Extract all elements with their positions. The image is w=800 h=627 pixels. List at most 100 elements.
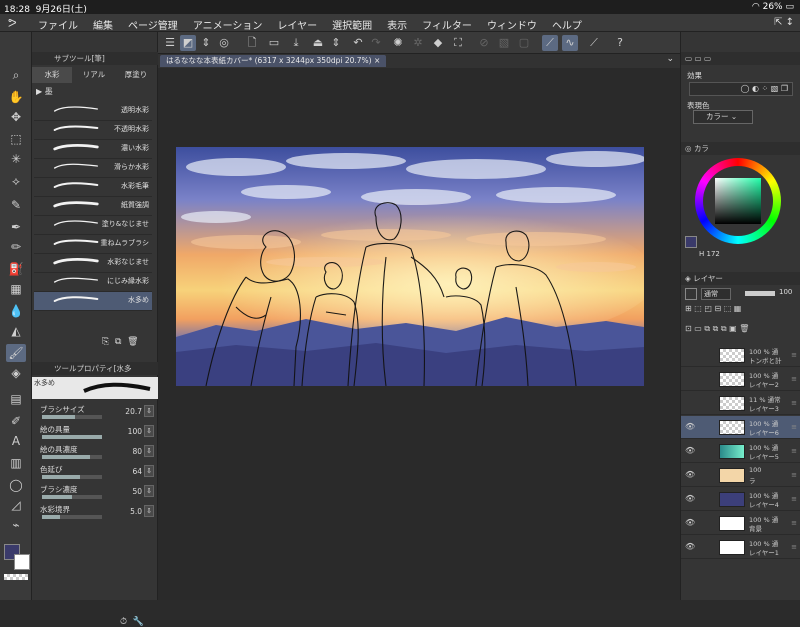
visibility-eye-icon[interactable]: 👁 <box>685 518 695 528</box>
visibility-eye-icon[interactable]: 👁 <box>685 542 695 552</box>
brush-item[interactable]: 重ねムラブラシ <box>34 235 152 254</box>
layer-actions-icon[interactable]: ⊡ ▭ ⧉ ⧉ ⧉ ▣ 🗑 <box>685 324 749 333</box>
brush-item[interactable]: 紙質強調 <box>34 197 152 216</box>
property-dropdown-icon[interactable]: ⇩ <box>144 405 154 417</box>
menu-item-1[interactable]: 編集 <box>93 17 113 32</box>
visibility-eye-icon[interactable]: 👁 <box>685 470 695 480</box>
menu-item-8[interactable]: ウィンドウ <box>487 17 537 32</box>
layer-menu-icon[interactable]: ≡ <box>791 543 797 551</box>
chevron-icon[interactable]: ⇕ <box>328 35 344 51</box>
layer-menu-icon[interactable]: ≡ <box>791 423 797 431</box>
property-slider[interactable] <box>42 475 102 479</box>
snap-special-icon[interactable]: ∿ <box>562 35 578 51</box>
menu-item-3[interactable]: アニメーション <box>193 17 263 32</box>
property-slider[interactable] <box>42 415 102 419</box>
subtool-tab-1[interactable]: リアル <box>74 67 114 83</box>
menu-item-2[interactable]: ページ管理 <box>128 17 178 32</box>
crop-icon[interactable]: ▢ <box>516 35 532 51</box>
transform-icon[interactable]: ⛶ <box>450 35 466 51</box>
clear-icon[interactable]: ✲ <box>410 35 426 51</box>
effect-buttons[interactable]: ◯ ◐ ⁘ ▧ ❐ <box>689 82 793 96</box>
layer-row[interactable]: 11 % 通常 レイヤー3 ≡ <box>681 392 800 415</box>
chevron-down-icon[interactable]: ⌄ <box>666 54 674 64</box>
property-slider[interactable] <box>42 435 102 439</box>
brush-item[interactable]: 水彩なじませ <box>34 254 152 273</box>
property-value[interactable]: 100 <box>122 427 142 436</box>
layer-menu-icon[interactable]: ≡ <box>791 471 797 479</box>
gradient-icon[interactable]: ▤ <box>6 390 26 408</box>
layer-menu-icon[interactable]: ≡ <box>791 447 797 455</box>
property-slider[interactable] <box>42 455 102 459</box>
document-tab[interactable]: はるななな本表紙カバー* (6317 x 3244px 350dpi 20.7%… <box>160 55 387 67</box>
property-value[interactable]: 80 <box>122 447 142 456</box>
menu-item-5[interactable]: 選択範囲 <box>332 17 372 32</box>
layer-menu-icon[interactable]: ≡ <box>791 519 797 527</box>
layer-menu-icon[interactable]: ≡ <box>791 351 797 359</box>
app-logo-icon[interactable]: ᕗ <box>8 16 22 30</box>
pencil-icon[interactable]: ✏ <box>6 238 26 256</box>
correction-icon[interactable]: ⌁ <box>6 516 26 534</box>
ruler-icon[interactable]: ◿ <box>6 496 26 514</box>
brush-item[interactable]: 滑らか水彩 <box>34 159 152 178</box>
visibility-eye-icon[interactable]: 👁 <box>685 422 695 432</box>
figure-icon[interactable]: ✐ <box>6 412 26 430</box>
frame-icon[interactable]: ▥ <box>6 454 26 472</box>
cloud-icon[interactable]: ◎ <box>216 35 232 51</box>
sub-color-swatch[interactable] <box>14 554 30 570</box>
new-file-icon[interactable]: 🗋 <box>244 35 260 51</box>
brush-item[interactable]: 水彩毛筆 <box>34 178 152 197</box>
menu-item-9[interactable]: ヘルプ <box>552 17 582 32</box>
property-value[interactable]: 20.7 <box>122 407 142 416</box>
layer-menu-icon[interactable]: ≡ <box>791 375 797 383</box>
layer-row[interactable]: 👁 100 % 通背景 ≡ <box>681 512 800 535</box>
visibility-eye-icon[interactable]: 👁 <box>685 494 695 504</box>
pen-icon[interactable]: ✒ <box>6 218 26 236</box>
reset-icon[interactable]: ⏱ <box>120 617 127 627</box>
property-dropdown-icon[interactable]: ⇩ <box>144 505 154 517</box>
visibility-eye-icon[interactable]: 👁 <box>685 446 695 456</box>
move-icon[interactable]: ✥ <box>6 108 26 126</box>
layer-row[interactable]: 👁 100 % 通レイヤー1 ≡ <box>681 536 800 559</box>
snap-grid-icon[interactable]: ⟋ <box>586 35 602 51</box>
lock-icon[interactable]: ⊞ ⬚ ◰ ⊟ ⬚ ▦ <box>685 304 741 313</box>
property-value[interactable]: 5.0 <box>122 507 142 516</box>
brush-icon[interactable]: 🖌 <box>6 344 26 362</box>
fill-bucket-icon[interactable]: ◈ <box>6 364 26 382</box>
eyedropper-icon[interactable]: ✎ <box>6 196 26 214</box>
subtool-tab-2[interactable]: 厚塗り <box>116 67 156 83</box>
color-mode-select[interactable]: カラー ⌄ <box>693 110 753 124</box>
canvas-artwork[interactable] <box>176 147 644 386</box>
layer-row[interactable]: 100 % 通レイヤー2 ≡ <box>681 368 800 391</box>
brush-item[interactable]: 濃い水彩 <box>34 140 152 159</box>
color-wheel[interactable] <box>695 158 781 244</box>
property-value[interactable]: 50 <box>122 487 142 496</box>
transparent-color-swatch[interactable] <box>4 574 28 580</box>
layer-row[interactable]: 👁 100 % 通レイヤー6 ≡ <box>681 416 800 439</box>
quick-access-icon[interactable]: ◩ <box>180 35 196 51</box>
brush-item[interactable]: 不透明水彩 <box>34 121 152 140</box>
property-slider[interactable] <box>42 515 102 519</box>
fill-icon[interactable]: ◆ <box>430 35 446 51</box>
hand-icon[interactable]: ✋ <box>6 88 26 106</box>
menu-icon[interactable]: ☰ <box>162 35 178 51</box>
property-dropdown-icon[interactable]: ⇩ <box>144 445 154 457</box>
text-icon[interactable]: A <box>6 432 26 450</box>
brush-item[interactable]: 透明水彩 <box>34 102 152 121</box>
layer-frame-icon[interactable] <box>685 288 697 300</box>
blend-icon[interactable]: 💧 <box>6 302 26 320</box>
settings-icon[interactable]: 🔧 <box>133 617 144 627</box>
layer-row[interactable]: 100 % 通トンボと計 ≡ <box>681 344 800 367</box>
layer-menu-icon[interactable]: ≡ <box>791 495 797 503</box>
property-dropdown-icon[interactable]: ⇩ <box>144 425 154 437</box>
help-icon[interactable]: ? <box>612 35 628 51</box>
subtool-group[interactable]: ▶ 墨 <box>36 86 53 97</box>
layer-menu-icon[interactable]: ≡ <box>791 399 797 407</box>
brush-item[interactable]: 水多め <box>34 292 152 311</box>
layer-row[interactable]: 👁 100 % 通レイヤー4 ≡ <box>681 488 800 511</box>
menu-item-7[interactable]: フィルター <box>422 17 472 32</box>
subtool-tab-0[interactable]: 水彩 <box>32 67 72 83</box>
eraser-icon[interactable]: ◭ <box>6 322 26 340</box>
airbrush-icon[interactable]: ⛽ <box>6 260 26 278</box>
blend-mode-select[interactable]: 通常 <box>701 288 731 300</box>
deselect-icon[interactable]: ⊘ <box>476 35 492 51</box>
